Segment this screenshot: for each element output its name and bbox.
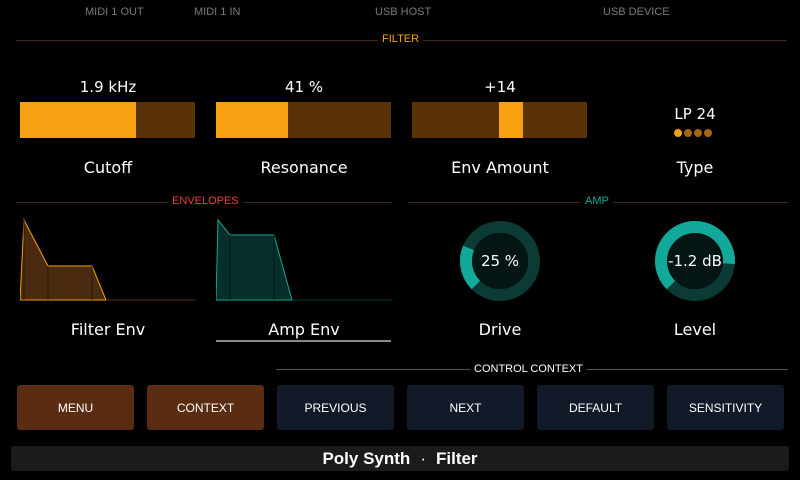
env-amount-label: Env Amount bbox=[451, 158, 549, 177]
filter-type-dot-3 bbox=[694, 129, 702, 137]
filter-section-title: FILTER bbox=[378, 33, 424, 45]
next-button[interactable]: NEXT bbox=[407, 385, 524, 430]
envelopes-section-title: ENVELOPES bbox=[168, 195, 243, 207]
amp-section-title: AMP bbox=[581, 195, 613, 207]
env-amount-slider[interactable] bbox=[412, 102, 587, 138]
menu-button[interactable]: MENU bbox=[17, 385, 134, 430]
footer-page-name: Filter bbox=[435, 448, 478, 468]
footer-separator: · bbox=[420, 448, 426, 468]
filter-type-value[interactable]: LP 24 bbox=[607, 105, 783, 123]
env-amount-indicator bbox=[499, 102, 523, 138]
midi1-in-status: MIDI 1 IN bbox=[194, 6, 241, 18]
resonance-value: 41 % bbox=[284, 78, 324, 96]
usb-device-status: USB DEVICE bbox=[603, 6, 670, 18]
context-button[interactable]: CONTEXT bbox=[147, 385, 264, 430]
drive-value: 25 % bbox=[480, 252, 520, 270]
filter-type-dot-1 bbox=[674, 129, 682, 137]
midi1-out-status: MIDI 1 OUT bbox=[85, 6, 144, 18]
filter-env-graph[interactable] bbox=[20, 215, 196, 301]
control-context-title: CONTROL CONTEXT bbox=[470, 363, 587, 375]
level-value: -1.2 dB bbox=[668, 252, 722, 270]
cutoff-fill bbox=[20, 102, 136, 138]
amp-env-label: Amp Env bbox=[268, 320, 340, 339]
default-button[interactable]: DEFAULT bbox=[537, 385, 654, 430]
cutoff-value: 1.9 kHz bbox=[79, 78, 137, 96]
resonance-label: Resonance bbox=[260, 158, 348, 177]
level-label: Level bbox=[673, 320, 717, 339]
env-amount-value: +14 bbox=[484, 78, 516, 96]
previous-button[interactable]: PREVIOUS bbox=[277, 385, 394, 430]
amp-env-selected-underline bbox=[216, 340, 391, 342]
footer-device-name: Poly Synth bbox=[322, 448, 411, 468]
resonance-fill bbox=[216, 102, 288, 138]
cutoff-label: Cutoff bbox=[83, 158, 133, 177]
filter-type-label: Type bbox=[676, 158, 714, 177]
filter-type-dot-2 bbox=[684, 129, 692, 137]
footer-bar: Poly Synth · Filter bbox=[11, 446, 789, 471]
filter-env-label: Filter Env bbox=[70, 320, 146, 339]
drive-label: Drive bbox=[478, 320, 522, 339]
cutoff-slider[interactable] bbox=[20, 102, 195, 138]
usb-host-status: USB HOST bbox=[375, 6, 432, 18]
resonance-slider[interactable] bbox=[216, 102, 391, 138]
amp-env-graph[interactable] bbox=[216, 215, 392, 301]
sensitivity-button[interactable]: SENSITIVITY bbox=[667, 385, 784, 430]
filter-type-dot-4 bbox=[704, 129, 712, 137]
